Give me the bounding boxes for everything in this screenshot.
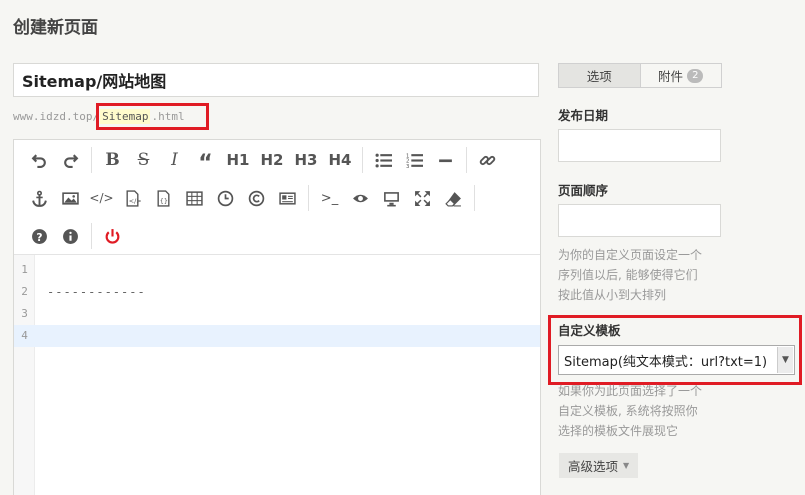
terminal-icon[interactable]: >_ bbox=[314, 183, 345, 213]
tab-options[interactable]: 选项 bbox=[559, 64, 641, 87]
italic-icon[interactable]: I bbox=[159, 145, 190, 175]
strikethrough-icon[interactable]: S bbox=[128, 145, 159, 175]
page-break-icon[interactable] bbox=[272, 183, 303, 213]
help-line: 序列值以后, 能够使得它们 bbox=[558, 268, 698, 282]
svg-text:</>: </> bbox=[129, 196, 141, 204]
eraser-icon[interactable] bbox=[438, 183, 469, 213]
undo-icon[interactable] bbox=[24, 145, 55, 175]
link-icon[interactable] bbox=[472, 145, 503, 175]
ordered-list-icon[interactable]: 123 bbox=[399, 145, 430, 175]
table-icon[interactable] bbox=[179, 183, 210, 213]
help-line: 选择的模板文件展现它 bbox=[558, 424, 679, 438]
publish-date-label: 发布日期 bbox=[558, 108, 609, 123]
tab-options-label: 选项 bbox=[586, 69, 612, 84]
publish-date-input[interactable] bbox=[558, 129, 721, 162]
help-line: 为你的自定义页面设定一个 bbox=[558, 248, 703, 262]
anchor-icon[interactable] bbox=[24, 183, 55, 213]
line-text: ------------ bbox=[47, 285, 146, 299]
image-icon[interactable] bbox=[55, 183, 86, 213]
tab-attachments-label: 附件 bbox=[658, 69, 684, 84]
copyright-icon[interactable] bbox=[241, 183, 272, 213]
attachments-count-badge: 2 bbox=[687, 68, 704, 83]
fullscreen-icon[interactable] bbox=[407, 183, 438, 213]
slug-highlight-box bbox=[96, 103, 209, 130]
unordered-list-icon[interactable] bbox=[368, 145, 399, 175]
line-number: 4 bbox=[21, 329, 28, 342]
advanced-options-label: 高级选项 bbox=[568, 459, 619, 474]
help-line: 如果你为此页面选择了一个 bbox=[558, 384, 703, 398]
line-number: 1 bbox=[21, 263, 28, 276]
line-number: 2 bbox=[21, 285, 28, 298]
advanced-options-button[interactable]: 高级选项 ▼ bbox=[559, 453, 639, 478]
page-order-label: 页面顺序 bbox=[558, 183, 609, 198]
url-prefix: www.idzd.top/ bbox=[13, 110, 100, 123]
heading-3-button[interactable]: H3 bbox=[289, 145, 323, 175]
redo-icon[interactable] bbox=[55, 145, 86, 175]
clock-icon[interactable] bbox=[210, 183, 241, 213]
help-line: 按此值从小到大排列 bbox=[558, 288, 667, 302]
code-line[interactable]: 1 bbox=[14, 259, 540, 281]
code-block-icon[interactable]: {} bbox=[148, 183, 179, 213]
code-area[interactable]: 1 2 ------------ 3 4 bbox=[14, 255, 540, 495]
code-icon[interactable]: </> bbox=[86, 183, 117, 213]
quote-icon[interactable]: “ bbox=[190, 145, 221, 175]
page-order-input[interactable] bbox=[558, 204, 721, 237]
horizontal-rule-icon[interactable] bbox=[430, 145, 461, 175]
code-line[interactable]: 2 ------------ bbox=[14, 281, 540, 303]
help-icon[interactable]: ? bbox=[24, 221, 55, 251]
page-order-help: 为你的自定义页面设定一个 序列值以后, 能够使得它们 按此值从小到大排列 bbox=[558, 245, 728, 305]
tab-attachments[interactable]: 附件 2 bbox=[641, 64, 722, 87]
svg-text:{}: {} bbox=[160, 196, 168, 204]
desktop-icon[interactable] bbox=[376, 183, 407, 213]
custom-template-help: 如果你为此页面选择了一个 自定义模板, 系统将按照你 选择的模板文件展现它 bbox=[558, 381, 728, 441]
preview-eye-icon[interactable] bbox=[345, 183, 376, 213]
page-title-input[interactable]: Sitemap/网站地图 bbox=[13, 63, 539, 97]
help-line: 自定义模板, 系统将按照你 bbox=[558, 404, 698, 418]
heading-2-button[interactable]: H2 bbox=[255, 145, 289, 175]
power-icon[interactable] bbox=[97, 221, 128, 251]
info-icon[interactable] bbox=[55, 221, 86, 251]
heading-4-button[interactable]: H4 bbox=[323, 145, 357, 175]
bold-icon[interactable]: B bbox=[97, 145, 128, 175]
markdown-editor: B S I “ H1 H2 H3 H4 123 </> </> {} >_ ? … bbox=[13, 139, 541, 495]
heading-1-button[interactable]: H1 bbox=[221, 145, 255, 175]
toolbar-divider bbox=[474, 185, 475, 211]
sidebar-tabs: 选项 附件 2 bbox=[558, 63, 722, 88]
caret-down-icon: ▼ bbox=[623, 461, 630, 470]
toolbar-divider bbox=[91, 147, 92, 173]
template-highlight-box bbox=[548, 315, 802, 385]
code-file-icon[interactable]: </> bbox=[117, 183, 148, 213]
toolbar-divider bbox=[308, 185, 309, 211]
code-line[interactable]: 3 bbox=[14, 303, 540, 325]
toolbar-divider bbox=[466, 147, 467, 173]
code-line-active[interactable]: 4 bbox=[14, 325, 540, 347]
editor-toolbar: B S I “ H1 H2 H3 H4 123 </> </> {} >_ ? bbox=[14, 140, 540, 255]
toolbar-divider bbox=[91, 223, 92, 249]
svg-text:?: ? bbox=[36, 230, 42, 243]
page-title: 创建新页面 bbox=[13, 18, 98, 38]
svg-text:3: 3 bbox=[406, 163, 409, 168]
line-number: 3 bbox=[21, 307, 28, 320]
toolbar-divider bbox=[362, 147, 363, 173]
